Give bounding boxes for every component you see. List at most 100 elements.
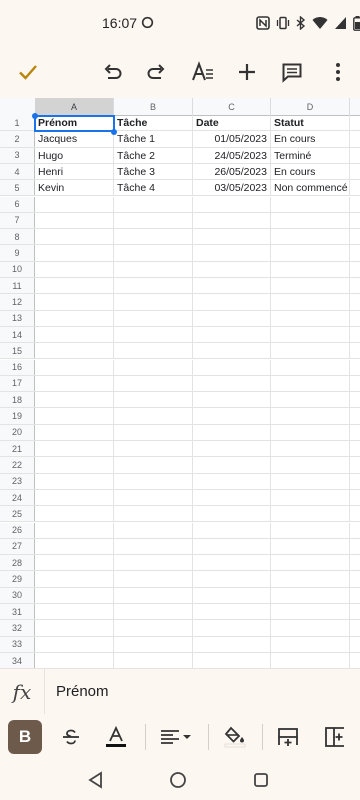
cell-c2[interactable]: 01/05/2023 bbox=[193, 131, 271, 147]
select-all-corner[interactable] bbox=[0, 98, 36, 115]
cell-a9[interactable] bbox=[35, 245, 114, 261]
row-header[interactable]: 6 bbox=[0, 196, 35, 212]
cell-d25[interactable] bbox=[271, 506, 350, 522]
row-header[interactable]: 20 bbox=[0, 424, 35, 440]
recents-button[interactable] bbox=[249, 768, 273, 792]
row-header[interactable]: 19 bbox=[0, 408, 35, 424]
cell-a21[interactable] bbox=[35, 441, 114, 457]
row-header[interactable]: 23 bbox=[0, 473, 35, 489]
text-format-button[interactable] bbox=[187, 56, 219, 88]
cell-c14[interactable] bbox=[193, 326, 271, 343]
cell-a13[interactable] bbox=[35, 310, 114, 326]
cell-c1[interactable]: Date bbox=[193, 115, 271, 131]
cell-b28[interactable] bbox=[114, 555, 193, 571]
cell-c33[interactable] bbox=[193, 636, 271, 652]
text-color-button[interactable] bbox=[101, 720, 131, 754]
row-header[interactable]: 33 bbox=[0, 636, 35, 652]
cell-b26[interactable] bbox=[114, 522, 193, 538]
add-button[interactable] bbox=[231, 56, 263, 88]
row-header[interactable]: 24 bbox=[0, 489, 35, 506]
cell-d2[interactable]: En cours bbox=[271, 131, 350, 147]
undo-button[interactable] bbox=[96, 56, 128, 88]
more-options-button[interactable] bbox=[322, 56, 354, 88]
redo-button[interactable] bbox=[141, 56, 173, 88]
cell-a10[interactable] bbox=[35, 261, 114, 277]
cell-b14[interactable] bbox=[114, 326, 193, 343]
row-header[interactable]: 11 bbox=[0, 278, 35, 294]
cell-c30[interactable] bbox=[193, 587, 271, 603]
cell-b12[interactable] bbox=[114, 294, 193, 310]
row-header[interactable]: 8 bbox=[0, 229, 35, 245]
cell-d4[interactable]: En cours bbox=[271, 163, 350, 180]
row-header[interactable]: 30 bbox=[0, 587, 35, 603]
cell-a12[interactable] bbox=[35, 294, 114, 310]
cell-a25[interactable] bbox=[35, 506, 114, 522]
cell-d14[interactable] bbox=[271, 326, 350, 343]
cell-a3[interactable]: Hugo bbox=[35, 147, 114, 163]
selection-handle-top[interactable] bbox=[32, 113, 38, 119]
align-button[interactable] bbox=[156, 720, 196, 754]
cell-a29[interactable] bbox=[35, 571, 114, 587]
row-header[interactable]: 28 bbox=[0, 555, 35, 571]
cell-c11[interactable] bbox=[193, 278, 271, 294]
row-header[interactable]: 27 bbox=[0, 538, 35, 555]
cell-d11[interactable] bbox=[271, 278, 350, 294]
check-button[interactable] bbox=[12, 56, 44, 88]
row-header[interactable]: 5 bbox=[0, 180, 35, 196]
row-header[interactable]: 10 bbox=[0, 261, 35, 277]
cell-d18[interactable] bbox=[271, 392, 350, 408]
cell-d32[interactable] bbox=[271, 620, 350, 636]
cell-b5[interactable]: Tâche 4 bbox=[114, 180, 193, 196]
cell-b29[interactable] bbox=[114, 571, 193, 587]
cell-b24[interactable] bbox=[114, 489, 193, 506]
cell-c34[interactable] bbox=[193, 652, 271, 668]
cell-b17[interactable] bbox=[114, 375, 193, 392]
cell-d5[interactable]: Non commencé bbox=[271, 180, 350, 196]
cell-a8[interactable] bbox=[35, 229, 114, 245]
row-header[interactable]: 4 bbox=[0, 163, 35, 180]
cell-c4[interactable]: 26/05/2023 bbox=[193, 163, 271, 180]
cell-a24[interactable] bbox=[35, 489, 114, 506]
cell-c13[interactable] bbox=[193, 310, 271, 326]
cell-c15[interactable] bbox=[193, 343, 271, 359]
cell-b18[interactable] bbox=[114, 392, 193, 408]
cell-b22[interactable] bbox=[114, 457, 193, 473]
cell-b10[interactable] bbox=[114, 261, 193, 277]
cell-b4[interactable]: Tâche 3 bbox=[114, 163, 193, 180]
comment-button[interactable] bbox=[276, 56, 308, 88]
cell-a7[interactable] bbox=[35, 212, 114, 229]
cell-a28[interactable] bbox=[35, 555, 114, 571]
strikethrough-button[interactable] bbox=[56, 720, 86, 754]
cell-d23[interactable] bbox=[271, 473, 350, 489]
cell-c7[interactable] bbox=[193, 212, 271, 229]
row-header[interactable]: 14 bbox=[0, 326, 35, 343]
cell-d29[interactable] bbox=[271, 571, 350, 587]
cell-b19[interactable] bbox=[114, 408, 193, 424]
row-header[interactable]: 18 bbox=[0, 392, 35, 408]
row-header[interactable]: 32 bbox=[0, 620, 35, 636]
cell-b2[interactable]: Tâche 1 bbox=[114, 131, 193, 147]
column-header-a[interactable]: A bbox=[35, 98, 114, 115]
cell-a14[interactable] bbox=[35, 326, 114, 343]
cell-a19[interactable] bbox=[35, 408, 114, 424]
insert-row-button[interactable] bbox=[273, 720, 303, 754]
cell-c27[interactable] bbox=[193, 538, 271, 555]
cell-a11[interactable] bbox=[35, 278, 114, 294]
cell-d6[interactable] bbox=[271, 196, 350, 212]
cell-a23[interactable] bbox=[35, 473, 114, 489]
cell-b32[interactable] bbox=[114, 620, 193, 636]
cell-d10[interactable] bbox=[271, 261, 350, 277]
cell-d26[interactable] bbox=[271, 522, 350, 538]
column-header-b[interactable]: B bbox=[114, 98, 193, 115]
home-button[interactable] bbox=[166, 768, 190, 792]
cell-c18[interactable] bbox=[193, 392, 271, 408]
cell-b13[interactable] bbox=[114, 310, 193, 326]
cell-d1[interactable]: Statut bbox=[271, 115, 350, 131]
cell-c6[interactable] bbox=[193, 196, 271, 212]
insert-column-button[interactable] bbox=[320, 720, 350, 754]
cell-c3[interactable]: 24/05/2023 bbox=[193, 147, 271, 163]
cell-b23[interactable] bbox=[114, 473, 193, 489]
cell-b34[interactable] bbox=[114, 652, 193, 668]
row-header[interactable]: 25 bbox=[0, 506, 35, 522]
cell-a6[interactable] bbox=[35, 196, 114, 212]
